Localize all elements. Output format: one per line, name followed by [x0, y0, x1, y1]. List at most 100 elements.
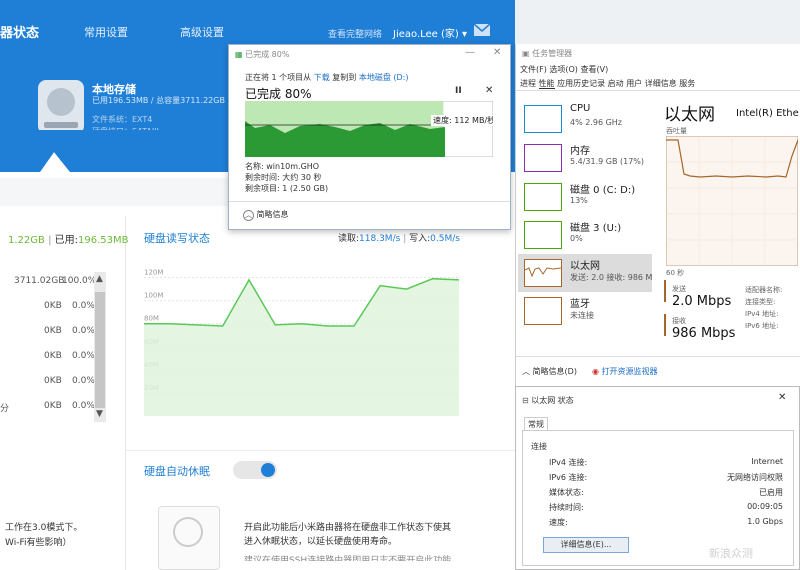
- free-value: 1.22GB: [8, 235, 45, 246]
- menu-file[interactable]: 文件(F): [520, 65, 547, 74]
- data-point: [248, 279, 250, 281]
- tab-general[interactable]: 常规: [524, 417, 548, 431]
- memory-thumbnail: [524, 144, 562, 172]
- write-speed: 0.5M/s: [430, 234, 460, 244]
- tab-processes[interactable]: 进程: [520, 79, 536, 88]
- chevron-down-icon: ▾: [462, 29, 468, 40]
- tab-common-settings[interactable]: 常用设置: [84, 24, 128, 40]
- y-tick-label: 80M: [144, 315, 159, 323]
- dialog-title: ▦ 已完成 80%: [235, 50, 290, 59]
- general-panel: 连接 IPv4 连接: Internet IPv6 连接: 无网络访问权限 媒体状态…: [522, 430, 794, 566]
- disk3-thumbnail: [524, 221, 562, 249]
- divider: [126, 450, 515, 451]
- watermark: 新浪众测: [709, 547, 753, 560]
- tab-advanced-settings[interactable]: 高级设置: [180, 24, 224, 40]
- close-icon[interactable]: ✕: [778, 392, 786, 403]
- status-row: IPv6 连接: 无网络访问权限: [549, 473, 783, 482]
- data-point: [195, 324, 198, 326]
- fewer-details-button[interactable]: ︿ 简略信息(D): [522, 366, 577, 377]
- file-name: 名称: win10m.GHO: [245, 162, 320, 171]
- tm-tabs: 进程 性能 应用历史记录 启动 用户 详细信息 服务: [520, 78, 695, 89]
- y-tick-label: 120M: [144, 269, 163, 277]
- tab-services[interactable]: 服务: [679, 79, 695, 88]
- partition-table: 3711.02GB 100.0% 0KB 0.0% 0KB 0.0% 0KB 0.0% …: [0, 270, 110, 424]
- destination-link[interactable]: 本地磁盘 (D:): [359, 73, 409, 82]
- table-scrollbar[interactable]: ▲ ▼: [94, 272, 106, 422]
- recv-label: 接收: [672, 317, 686, 325]
- view-network-link[interactable]: 查看完整网络: [328, 27, 382, 40]
- adapter-name: Intel(R) Ethe: [736, 108, 799, 119]
- tab-app-history[interactable]: 应用历史记录: [557, 79, 605, 88]
- bluetooth-thumbnail: [524, 297, 562, 325]
- copy-icon: ▦: [235, 50, 243, 59]
- hard-drive-icon: [38, 80, 84, 134]
- details-button[interactable]: 详细信息(E)...: [543, 537, 629, 553]
- desc-left-1: 工作在3.0模式下。: [5, 523, 83, 533]
- user-menu[interactable]: Jieao.Lee (家) ▾: [393, 25, 467, 40]
- user-name: Jieao.Lee (家): [393, 29, 459, 40]
- disk0-thumbnail: [524, 183, 562, 211]
- data-point: [432, 278, 434, 280]
- source-link[interactable]: 下载: [314, 73, 330, 82]
- data-point: [327, 325, 329, 327]
- less-details-button[interactable]: ︿ 简略信息: [243, 209, 289, 221]
- perf-item-disk-3[interactable]: 磁盘 3 (U:) 0%: [518, 216, 648, 254]
- sleep-desc-1: 开启此功能后小米路由器将在硬盘非工作状态下使其: [244, 523, 452, 533]
- tab-users[interactable]: 用户: [626, 79, 642, 88]
- status-row: 速度: 1.0 Gbps: [549, 517, 783, 527]
- tab-startup[interactable]: 启动: [608, 79, 624, 88]
- menu-view[interactable]: 查看(V): [580, 65, 608, 74]
- tm-title: ▣ 任务管理器: [522, 49, 573, 58]
- menu-options[interactable]: 选项(O): [549, 65, 578, 74]
- speed-label: 速度: 112 MB/秒: [433, 115, 493, 125]
- send-value: 2.0 Mbps: [672, 294, 732, 309]
- data-point: [353, 325, 355, 327]
- chevron-down-icon: ▼: [96, 409, 103, 419]
- pause-button[interactable]: II: [455, 86, 462, 96]
- time-label: 60 秒: [666, 269, 685, 277]
- adapter-props: 适配器名称: 连接类型: IPv4 地址: IPv6 地址:: [745, 286, 783, 330]
- recv-value: 986 Mbps: [672, 326, 736, 341]
- sleep-toggle[interactable]: [233, 461, 277, 479]
- copy-description: 正在将 1 个项目从 下载 复制到 本地磁盘 (D:): [245, 73, 409, 82]
- eth-title: ⊟ 以太网 状态: [522, 396, 574, 405]
- perf-item-cpu[interactable]: CPU 4% 2.96 GHz: [518, 100, 648, 138]
- section-connection: 连接: [531, 442, 547, 451]
- ethernet-thumbnail: [524, 259, 562, 287]
- storage-filesystem: 文件系统：EXT4: [92, 115, 153, 124]
- perf-item-bluetooth[interactable]: 蓝牙 未连接: [518, 292, 648, 330]
- desc-left-2: Wi-Fi有些影响）: [5, 538, 72, 548]
- column-divider: [125, 216, 126, 570]
- chevron-up-icon: ︿: [243, 210, 254, 221]
- perf-item-ethernet[interactable]: 以太网 发送: 2.0 接收: 986 M: [518, 254, 652, 292]
- read-speed: 118.3M/s: [359, 234, 401, 244]
- mail-icon[interactable]: [473, 23, 491, 36]
- table-row: 0KB 0.0%: [44, 326, 95, 336]
- chevron-up-icon: ︿: [522, 367, 530, 376]
- recv-indicator: [664, 314, 666, 336]
- progress-label: 已完成 80%: [245, 87, 312, 101]
- tab-details[interactable]: 详细信息: [645, 79, 677, 88]
- table-row: 0KB 0.0%: [44, 376, 95, 386]
- task-manager-icon: ▣: [522, 49, 530, 58]
- network-icon: ⊟: [522, 396, 529, 405]
- divider: [229, 201, 510, 202]
- tab-performance[interactable]: 性能: [538, 79, 555, 89]
- data-point: [379, 285, 381, 287]
- perf-item-disk-0[interactable]: 磁盘 0 (C: D:) 13%: [518, 178, 648, 216]
- ethernet-status-dialog: ⊟ 以太网 状态 ✕ 常规 连接 IPv4 连接: Internet IPv6 连…: [515, 386, 800, 570]
- open-resource-monitor-link[interactable]: ◉ 打开资源监视器: [592, 366, 658, 377]
- close-icon[interactable]: ✕: [493, 47, 501, 58]
- cpu-thumbnail: [524, 105, 562, 133]
- used-value: 196.53MB: [78, 235, 129, 246]
- chevron-up-icon: ▲: [96, 274, 103, 284]
- router-content: 1.22GB | 已用:196.53MB 3711.02GB 100.0% 0KB…: [0, 172, 515, 570]
- task-manager-window: ▣ 任务管理器 文件(F) 选项(O) 查看(V) 进程 性能 应用历史记录 启…: [515, 44, 800, 386]
- remaining-time: 剩余时间: 大约 30 秒: [245, 173, 322, 182]
- minimize-button[interactable]: —: [465, 47, 475, 58]
- cancel-icon[interactable]: ✕: [485, 85, 493, 96]
- rw-speeds: 读取:118.3M/s | 写入:0.5M/s: [338, 234, 460, 244]
- table-row: 0KB 0.0%: [44, 351, 95, 361]
- ethernet-throughput-graph: [666, 136, 798, 266]
- perf-item-memory[interactable]: 内存 5.4/31.9 GB (17%): [518, 139, 648, 177]
